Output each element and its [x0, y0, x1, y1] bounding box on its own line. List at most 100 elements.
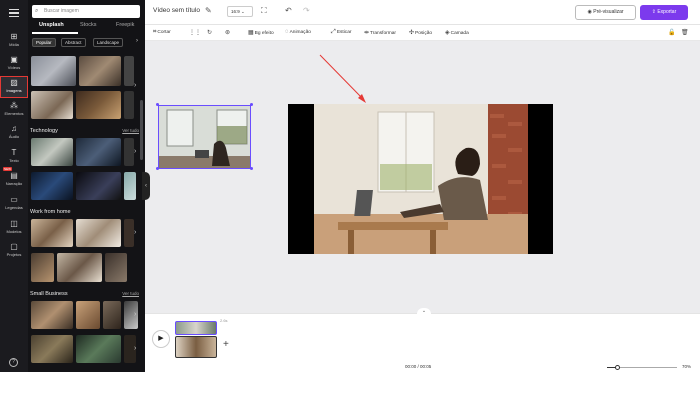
tool-label: Posição — [415, 31, 433, 36]
image-thumbnail[interactable] — [31, 301, 73, 329]
resize-handle[interactable] — [156, 103, 159, 106]
see-all-small-business[interactable]: Ver tudo — [122, 291, 139, 296]
search-input[interactable]: ⌕ Buscar imagem — [32, 5, 140, 18]
rail-item-captions[interactable]: ▭ Legendas — [0, 193, 28, 215]
tool-transform[interactable]: ⇹Transformar — [364, 29, 396, 36]
tool-stretch[interactable]: ⤢Esticar — [331, 29, 351, 36]
chevron-right-icon[interactable]: › — [134, 82, 136, 89]
tool-position[interactable]: ✣Posição — [409, 29, 432, 36]
tool-color[interactable]: ⊛ — [225, 29, 231, 36]
zoom-slider[interactable] — [607, 365, 677, 370]
chip-popular[interactable]: Popular — [32, 38, 56, 47]
tool-rotate[interactable]: ↻ — [207, 29, 213, 36]
rail-label: Narração — [5, 181, 23, 186]
image-thumbnail[interactable] — [79, 56, 121, 86]
tool-flip[interactable]: ⋮⋮ — [189, 29, 202, 36]
elements-icon: ⁂ — [10, 101, 18, 110]
image-thumbnail[interactable] — [124, 56, 134, 86]
video-stage[interactable] — [288, 104, 553, 254]
image-thumbnail[interactable] — [76, 219, 121, 247]
chevron-right-icon[interactable]: › — [136, 38, 138, 44]
image-thumbnail[interactable] — [31, 56, 76, 86]
rail-item-elements[interactable]: ⁂ Elementos — [0, 99, 28, 121]
chevron-right-icon[interactable]: › — [134, 311, 136, 318]
selected-image-layer[interactable] — [158, 105, 251, 169]
rail-label: Áudio — [8, 134, 20, 139]
redo-icon[interactable]: ↷ — [303, 6, 310, 15]
panel-scrollbar[interactable] — [140, 100, 143, 160]
resize-handle[interactable] — [156, 167, 159, 170]
chip-abstract[interactable]: Abstract — [61, 38, 86, 47]
resize-handle[interactable] — [250, 103, 253, 106]
export-button[interactable]: ⇪ Exportar — [640, 5, 688, 20]
app-window: ⊞ Mídia ▣ Vídeos ▨ Imagens ⁂ Elementos ♫… — [0, 0, 700, 400]
tab-freepik[interactable]: Freepik — [116, 22, 134, 28]
rail-item-images[interactable]: ▨ Imagens — [0, 76, 28, 98]
image-thumbnail[interactable] — [103, 301, 121, 329]
rail-item-audio[interactable]: ♫ Áudio — [0, 122, 28, 144]
tool-layer[interactable]: ◈Camada — [445, 29, 469, 36]
play-button[interactable]: ▶ — [152, 330, 170, 348]
chevron-right-icon[interactable]: › — [134, 148, 136, 155]
undo-icon[interactable]: ↶ — [285, 6, 292, 15]
chip-landscape[interactable]: Landscape — [93, 38, 124, 47]
lock-icon[interactable]: 🔓 — [668, 29, 676, 36]
overlay-clip[interactable] — [175, 321, 217, 335]
image-thumbnail[interactable] — [57, 253, 102, 282]
layer-icon: ◈ — [445, 30, 450, 36]
help-icon[interactable]: ? — [9, 358, 18, 367]
chevron-down-icon[interactable]: ⌄ — [417, 308, 431, 316]
active-tab-indicator — [32, 32, 78, 34]
image-thumbnail[interactable] — [76, 91, 121, 119]
rail-item-videos[interactable]: ▣ Vídeos — [0, 53, 28, 75]
section-title-work-from-home: Work from home — [30, 209, 71, 215]
image-thumbnail[interactable] — [31, 138, 73, 166]
search-placeholder: Buscar imagem — [44, 8, 79, 14]
add-clip-icon[interactable]: + — [223, 339, 229, 350]
image-thumbnail[interactable] — [76, 335, 121, 363]
rail-item-narration[interactable]: NEW ▤ Narração — [0, 167, 28, 191]
bg-effect-icon: ▦ — [248, 30, 254, 36]
video-clip[interactable] — [175, 336, 217, 358]
hamburger-icon[interactable] — [9, 9, 19, 17]
image-thumbnail[interactable] — [76, 138, 121, 166]
image-thumbnail[interactable] — [124, 91, 134, 119]
tool-animation[interactable]: ◌Animação — [285, 29, 311, 35]
zoom-slider-knob[interactable] — [615, 365, 620, 370]
search-icon: ⌕ — [35, 8, 39, 14]
image-thumbnail[interactable] — [124, 219, 134, 247]
tab-unsplash[interactable]: Unsplash — [39, 22, 64, 28]
image-thumbnail[interactable] — [76, 301, 100, 329]
rail-item-text[interactable]: T Texto — [0, 146, 28, 168]
export-label: Exportar — [657, 9, 677, 15]
image-thumbnail[interactable] — [124, 172, 136, 200]
rail-item-templates[interactable]: ◫ Modelos — [0, 217, 28, 239]
aspect-ratio-select[interactable]: 16:9 ⌄ — [227, 6, 253, 17]
tool-bg-effect[interactable]: ▦Bg efeito — [248, 29, 274, 36]
overlay-photo — [159, 106, 250, 168]
image-thumbnail[interactable] — [76, 172, 121, 200]
edit-pencil-icon[interactable]: ✎ — [205, 6, 212, 15]
image-thumbnail[interactable] — [124, 138, 134, 166]
image-icon: ▨ — [10, 78, 18, 87]
rail-label: Vídeos — [7, 65, 21, 70]
image-thumbnail[interactable] — [31, 335, 73, 363]
image-thumbnail[interactable] — [31, 91, 73, 119]
rail-item-projects[interactable]: ▢ Projetos — [0, 240, 28, 262]
collapse-panel-button[interactable]: ‹ — [142, 172, 150, 200]
tool-crop[interactable]: ⌗Cortar — [153, 29, 171, 36]
chevron-right-icon[interactable]: › — [134, 345, 136, 352]
image-thumbnail[interactable] — [31, 219, 73, 247]
fit-screen-icon[interactable]: ⛶ — [261, 6, 267, 16]
image-thumbnail[interactable] — [105, 253, 127, 282]
resize-handle[interactable] — [250, 167, 253, 170]
project-title[interactable]: Vídeo sem título — [153, 7, 200, 14]
chevron-right-icon[interactable]: › — [134, 229, 136, 236]
image-thumbnail[interactable] — [31, 253, 54, 282]
see-all-technology[interactable]: Ver tudo — [122, 128, 139, 133]
preview-button[interactable]: ◉ Pré-visualizar — [575, 5, 636, 20]
trash-icon[interactable]: 🗑 — [681, 29, 690, 36]
rail-item-media[interactable]: ⊞ Mídia — [0, 30, 28, 52]
image-thumbnail[interactable] — [31, 172, 73, 200]
tab-stocks[interactable]: Stocks — [80, 22, 97, 28]
